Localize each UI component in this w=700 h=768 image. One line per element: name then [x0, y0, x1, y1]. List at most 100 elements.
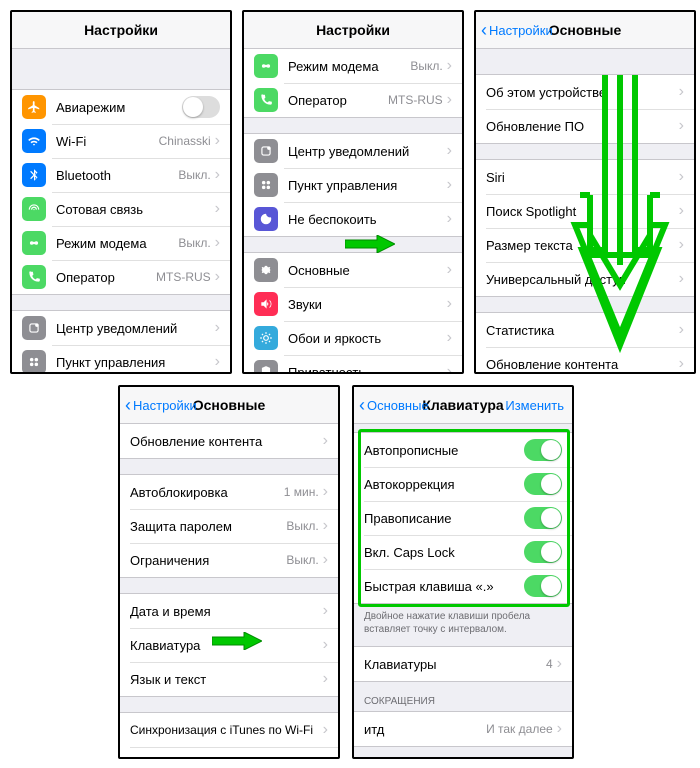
hotspot-icon [22, 231, 46, 255]
value: Выкл. [178, 236, 210, 250]
row-bgrefresh[interactable]: Обновление контента› [120, 424, 338, 458]
chevron-right-icon: › [679, 270, 684, 288]
navbar: Настройки [12, 12, 230, 49]
row-about[interactable]: Об этом устройстве› [476, 75, 694, 109]
row-carrier[interactable]: Оператор MTS-RUS › [12, 260, 230, 294]
label: Пункт управления [288, 178, 447, 193]
row-keyboard[interactable]: Клавиатура› [120, 628, 338, 662]
row-keyboards[interactable]: Клавиатуры4› [354, 647, 572, 681]
back-button[interactable]: ‹Настройки [481, 21, 553, 39]
row-hotspot[interactable]: Режим модема Выкл. › [244, 49, 462, 83]
chevron-right-icon: › [447, 91, 452, 109]
chevron-right-icon: › [323, 483, 328, 501]
row-autocap[interactable]: Автопрописные [354, 433, 572, 467]
row-controlcenter[interactable]: Пункт управления › [244, 168, 462, 202]
label: Wi-Fi [56, 134, 159, 149]
back-button[interactable]: ‹Основные [359, 396, 429, 414]
row-autolock[interactable]: Автоблокировка1 мин.› [120, 475, 338, 509]
controlcenter-icon [22, 350, 46, 374]
airplane-icon [22, 95, 46, 119]
chevron-right-icon: › [323, 721, 328, 739]
row-wifi[interactable]: Wi-Fi Chinasski › [12, 124, 230, 158]
wallpaper-icon [254, 326, 278, 350]
navbar: ‹Настройки Основные [120, 387, 338, 424]
chevron-right-icon: › [215, 200, 220, 218]
row-autocorrect[interactable]: Автокоррекция [354, 467, 572, 501]
row-period-shortcut[interactable]: Быстрая клавиша «.» [354, 569, 572, 603]
chevron-right-icon: › [323, 602, 328, 620]
row-notifications[interactable]: Центр уведомлений › [244, 134, 462, 168]
row-spotlight[interactable]: Поиск Spotlight› [476, 194, 694, 228]
spelling-toggle[interactable] [524, 507, 562, 529]
navbar: ‹Настройки Основные [476, 12, 694, 49]
label: Bluetooth [56, 168, 178, 183]
autocap-toggle[interactable] [524, 439, 562, 461]
row-wallpaper[interactable]: Обои и яркость › [244, 321, 462, 355]
chevron-right-icon: › [215, 132, 220, 150]
chevron-right-icon: › [215, 353, 220, 371]
value: Chinasski [159, 134, 211, 148]
label: Сотовая связь [56, 202, 215, 217]
row-cellular[interactable]: Сотовая связь › [12, 192, 230, 226]
row-sounds[interactable]: Звуки › [244, 287, 462, 321]
edit-button[interactable]: Изменить [505, 398, 564, 413]
row-textsize[interactable]: Размер текста› [476, 228, 694, 262]
footnote: Двойное нажатие клавиши пробела вставляе… [354, 604, 572, 642]
row-itunes-wifi[interactable]: Синхронизация с iTunes по Wi-Fi› [120, 713, 338, 747]
row-language[interactable]: Язык и текст› [120, 662, 338, 696]
row-general[interactable]: Основные › [244, 253, 462, 287]
chevron-right-icon: › [447, 295, 452, 313]
row-restrictions[interactable]: ОграниченияВыкл.› [120, 543, 338, 577]
row-bluetooth[interactable]: Bluetooth Выкл. › [12, 158, 230, 192]
value: Выкл. [178, 168, 210, 182]
chevron-right-icon: › [679, 355, 684, 373]
page-title: Настройки [84, 22, 158, 38]
row-privacy[interactable]: Приватность › [244, 355, 462, 374]
chevron-right-icon: › [447, 176, 452, 194]
row-airplane[interactable]: Авиарежим [12, 90, 230, 124]
row-accessibility[interactable]: Универсальный доступ› [476, 262, 694, 296]
row-notifications[interactable]: Центр уведомлений › [12, 311, 230, 345]
chevron-right-icon: › [679, 202, 684, 220]
label: Пункт управления [56, 355, 215, 370]
wifi-icon [22, 129, 46, 153]
chevron-right-icon: › [215, 319, 220, 337]
autocorrect-toggle[interactable] [524, 473, 562, 495]
row-controlcenter[interactable]: Пункт управления › [12, 345, 230, 374]
period-toggle[interactable] [524, 575, 562, 597]
chevron-right-icon: › [679, 83, 684, 101]
dnd-icon [254, 207, 278, 231]
chevron-left-icon: ‹ [125, 396, 131, 414]
airplane-toggle[interactable] [182, 96, 220, 118]
row-hotspot[interactable]: Режим модема Выкл. › [12, 226, 230, 260]
row-siri[interactable]: Siri› [476, 160, 694, 194]
chevron-right-icon: › [447, 210, 452, 228]
row-dnd[interactable]: Не беспокоить › [244, 202, 462, 236]
row-passcode[interactable]: Защита паролемВыкл.› [120, 509, 338, 543]
chevron-right-icon: › [447, 142, 452, 160]
row-spelling[interactable]: Правописание [354, 501, 572, 535]
row-datetime[interactable]: Дата и время› [120, 594, 338, 628]
section-header: СОКРАЩЕНИЯ [354, 682, 572, 711]
back-button[interactable]: ‹Настройки [125, 396, 197, 414]
label: Не беспокоить [288, 212, 447, 227]
chevron-right-icon: › [323, 517, 328, 535]
row-capslock[interactable]: Вкл. Caps Lock [354, 535, 572, 569]
page-title: Настройки [316, 22, 390, 38]
label: Авиарежим [56, 100, 182, 115]
chevron-right-icon: › [557, 720, 562, 738]
chevron-right-icon: › [323, 636, 328, 654]
label: Оператор [288, 93, 388, 108]
row-bgrefresh[interactable]: Обновление контента› [476, 347, 694, 374]
row-vpn[interactable]: VPNНе подключено› [120, 747, 338, 759]
row-shortcut-item[interactable]: итдИ так далее› [354, 712, 572, 746]
chevron-left-icon: ‹ [359, 396, 365, 414]
chevron-right-icon: › [679, 168, 684, 186]
row-update[interactable]: Обновление ПО› [476, 109, 694, 143]
notifications-icon [22, 316, 46, 340]
capslock-toggle[interactable] [524, 541, 562, 563]
label: Оператор [56, 270, 156, 285]
navbar: Настройки [244, 12, 462, 49]
row-usage[interactable]: Статистика› [476, 313, 694, 347]
row-carrier[interactable]: Оператор MTS-RUS › [244, 83, 462, 117]
